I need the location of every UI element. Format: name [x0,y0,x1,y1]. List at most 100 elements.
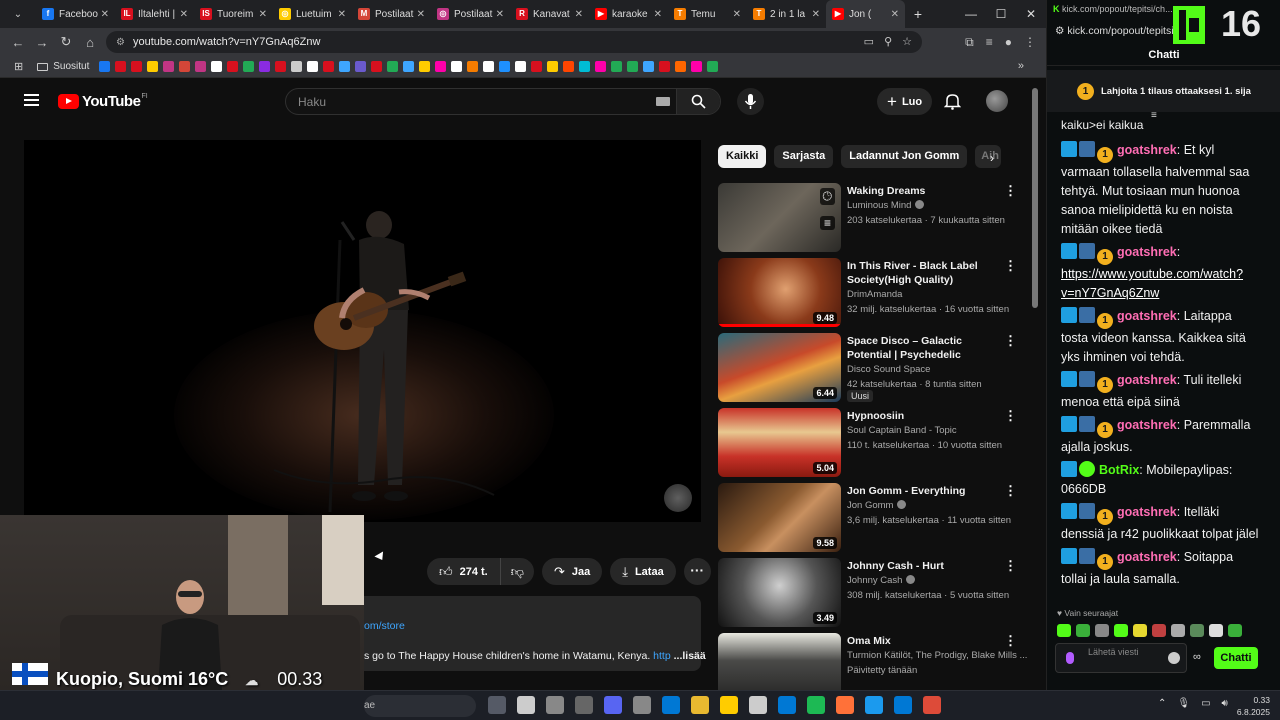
filter-chip[interactable]: Aih [975,145,1002,168]
bookmark-icon[interactable] [307,61,319,72]
tab-close-icon[interactable]: ✕ [259,9,267,20]
bookmark-icon[interactable] [339,61,351,72]
banner-expand-icon[interactable]: ≡ [1151,110,1157,121]
tab-close-icon[interactable]: ✕ [338,9,346,20]
emote-icon[interactable] [1228,624,1242,637]
microphone-tray-icon[interactable]: 🎙︎ [1177,698,1190,709]
taskbar-app-icon[interactable] [865,696,883,714]
tab-close-icon[interactable]: ✕ [891,9,899,20]
chat-username[interactable]: goatshrek [1117,143,1177,157]
video-channel[interactable]: Jon Gomm [847,500,907,511]
create-button[interactable]: + Luo [877,88,933,115]
bookmark-icon[interactable] [259,61,271,72]
video-menu-icon[interactable]: ⋮ [1004,408,1017,424]
notifications-bell-icon[interactable] [943,92,962,115]
bookmark-icon[interactable] [387,61,399,72]
bookmark-icon[interactable] [707,61,719,72]
bookmark-icon[interactable] [323,61,335,72]
bookmark-icon[interactable] [563,61,575,72]
tab-close-icon[interactable]: ✕ [733,9,741,20]
volume-icon[interactable]: 🔊︎ [1222,698,1228,709]
taskbar-app-icon[interactable] [749,696,767,714]
tab-search-icon[interactable]: ⌄ [0,9,36,20]
reload-icon[interactable]: ↻ [54,34,78,50]
apps-grid-icon[interactable]: ⊞ [14,60,23,73]
chat-input[interactable]: Lähetä viesti [1055,643,1187,673]
bookmark-icon[interactable] [691,61,703,72]
chat-username[interactable]: goatshrek [1117,373,1177,387]
like-button[interactable]: 👍︎ 274 t. [427,558,501,585]
emote-icon[interactable] [1152,624,1166,637]
bookmark-icon[interactable] [195,61,207,72]
description-link[interactable]: http [653,650,671,662]
extensions-icon[interactable]: ⧉ [965,28,974,56]
taskbar-app-icon[interactable] [633,696,651,714]
minimize-icon[interactable]: — [956,0,986,28]
video-description[interactable]: om/store s go to The Happy House childre… [364,596,706,671]
taskbar-app-icon[interactable] [836,696,854,714]
video-menu-icon[interactable]: ⋮ [1004,558,1017,574]
taskbar-app-icon[interactable] [517,696,535,714]
emote-icon[interactable] [1209,624,1223,637]
video-channel[interactable]: Johnny Cash [847,575,916,586]
browser-tab[interactable]: f Faceboo ✕ [36,0,115,28]
taskbar-app-icon[interactable] [691,696,709,714]
add-to-queue-icon[interactable]: ≡ [819,216,835,230]
bookmark-icon[interactable] [419,61,431,72]
browser-tab[interactable]: M Postilaat ✕ [352,0,431,28]
bookmark-icon[interactable] [99,61,111,72]
video-title[interactable]: Jon Gomm - Everything [847,484,1002,498]
filter-chip[interactable]: Kaikki [718,145,767,168]
tray-chevron-icon[interactable]: ⌃ [1158,698,1166,709]
video-channel[interactable]: Soul Captain Band - Topic [847,425,957,436]
taskbar-app-icon[interactable] [488,696,506,714]
tab-close-icon[interactable]: ✕ [101,9,109,20]
filter-chip[interactable]: Sarjasta [774,145,834,168]
bookmark-icon[interactable] [275,61,287,72]
emote-icon[interactable] [1190,624,1204,637]
video-menu-icon[interactable]: ⋮ [1004,258,1017,274]
bookmark-icon[interactable] [579,61,591,72]
browser-tab[interactable]: T 2 in 1 la ✕ [747,0,826,28]
account-avatar[interactable] [986,90,1008,112]
browser-tab[interactable]: ◎ Luetuim ✕ [273,0,352,28]
forward-icon[interactable]: → [30,35,54,50]
recommended-video[interactable]: 3.49 Johnny Cash - Hurt Johnny Cash 308 mil… [718,558,1018,628]
browser-tab[interactable]: R Kanavat ✕ [510,0,589,28]
bookmark-icon[interactable] [147,61,159,72]
bookmark-icon[interactable] [531,61,543,72]
site-settings-icon[interactable]: ⚙ [1055,25,1064,37]
browser-tab[interactable]: IL Iltalehti | ✕ [115,0,194,28]
bookmark-star-icon[interactable]: ☆ [902,31,912,53]
bookmark-icon[interactable] [499,61,511,72]
bookmarks-overflow-icon[interactable]: » [1018,60,1024,72]
gift-sub-banner[interactable]: 1 Lahjoita 1 tilaus ottaaksesi 1. sija [1047,70,1280,112]
keyboard-icon[interactable] [656,97,670,106]
tab-close-icon[interactable]: ✕ [417,9,425,20]
video-title[interactable]: Waking Dreams [847,184,1002,198]
search-input[interactable] [286,89,678,114]
recommended-video[interactable]: 🕒︎ ≡ Waking Dreams Luminous Mind 203 katselu… [718,183,1018,253]
video-title[interactable]: Hypnoosiin [847,409,1002,423]
bookmark-icon[interactable] [451,61,463,72]
chat-username[interactable]: goatshrek [1117,505,1177,519]
bookmark-icon[interactable] [211,61,223,72]
chat-send-button[interactable]: Chatti [1214,647,1258,669]
bookmark-icon[interactable] [627,61,639,72]
chat-link[interactable]: https://www.youtube.com/watch?v=nY7GnAq6… [1061,267,1243,300]
browser-tab[interactable]: ◎ Postilaat ✕ [431,0,510,28]
bookmark-icon[interactable] [291,61,303,72]
browser-menu-icon[interactable]: ⋮ [1024,28,1036,56]
chat-username[interactable]: BotRix [1099,463,1139,477]
playlist-icon[interactable]: ≡ [986,28,993,56]
bookmark-icon[interactable] [483,61,495,72]
cast-icon[interactable]: ▭ [864,31,874,53]
bookmark-icon[interactable] [371,61,383,72]
taskbar-app-icon[interactable] [604,696,622,714]
bookmark-icon[interactable] [467,61,479,72]
taskbar-app-icon[interactable] [662,696,680,714]
taskbar-search[interactable]: ae [364,695,476,717]
video-menu-icon[interactable]: ⋮ [1004,183,1017,199]
chat-username[interactable]: goatshrek [1117,550,1177,564]
dislike-button[interactable]: 👎︎ [500,558,534,585]
